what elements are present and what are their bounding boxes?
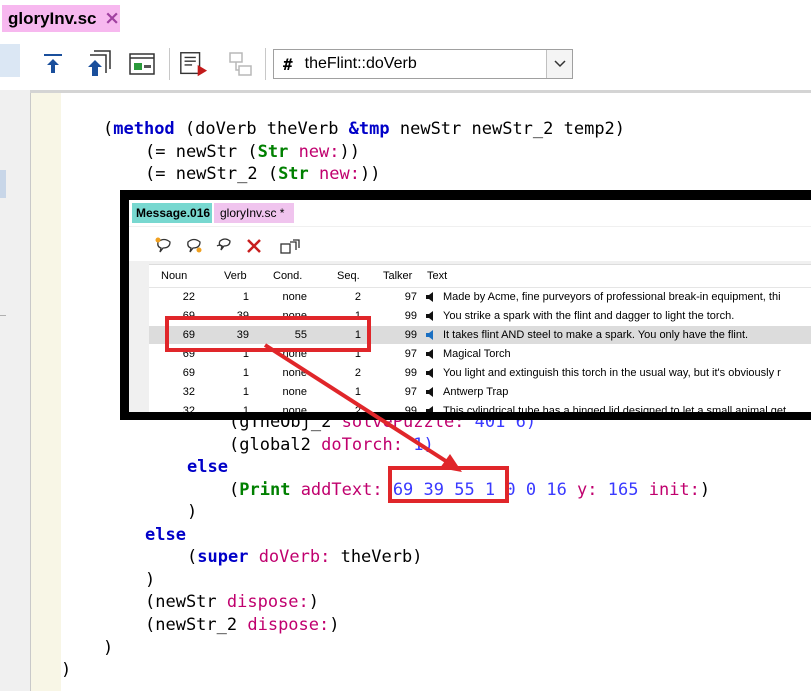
annotation-arrow [263, 343, 462, 472]
